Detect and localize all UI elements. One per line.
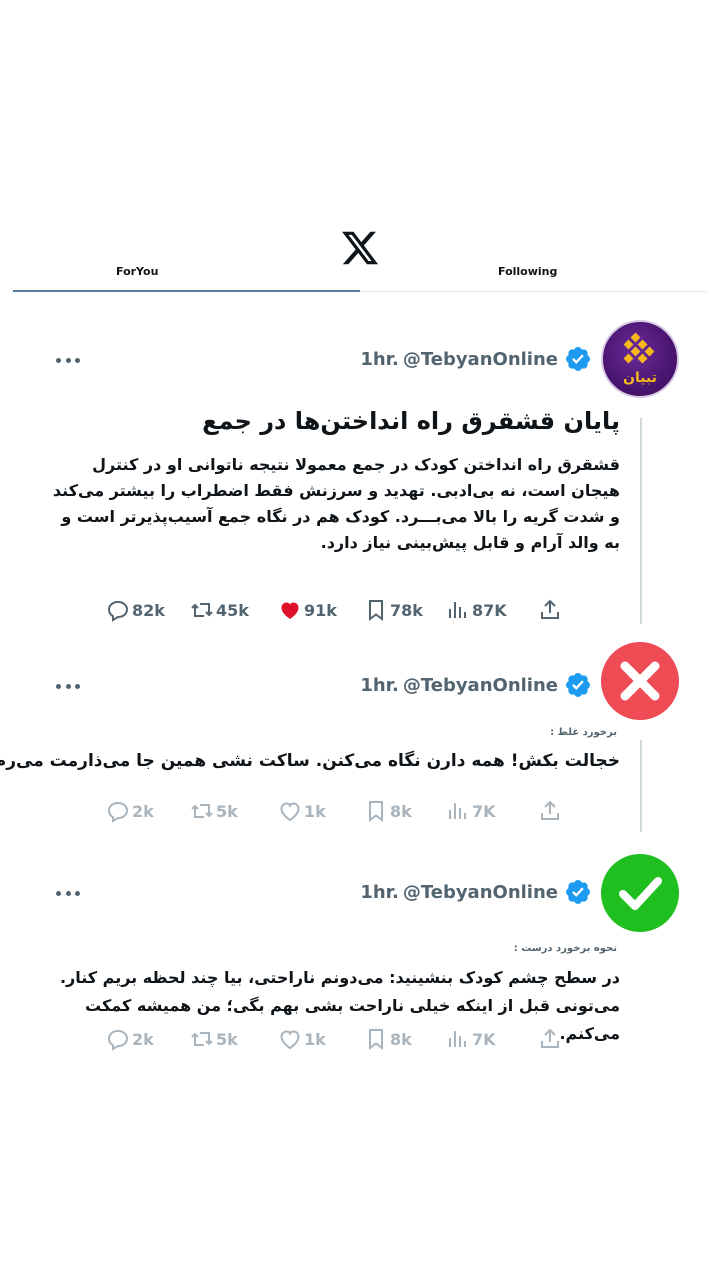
tweet-3-actions: 2k 5k 1k 8k 7K <box>106 1024 576 1054</box>
like-count: 1k <box>304 801 326 821</box>
verified-badge-icon <box>566 673 590 697</box>
heart-icon <box>280 802 300 822</box>
tweet-handle[interactable]: @TebyanOnline <box>403 882 558 903</box>
heart-icon <box>280 1030 300 1050</box>
tweet-handle[interactable]: @TebyanOnline <box>403 349 558 370</box>
tweet-title: پایان قشقرق راه انداختن‌ها در جمع <box>202 407 620 435</box>
avatar-correct[interactable] <box>601 854 679 932</box>
reply-count: 2k <box>132 1029 154 1049</box>
reply-count: 2k <box>132 801 154 821</box>
retweet-icon <box>191 603 213 617</box>
views-button[interactable]: 7K <box>446 796 496 826</box>
retweet-button[interactable]: 45k <box>190 595 249 625</box>
bookmark-icon <box>369 801 383 822</box>
bookmark-button[interactable]: 8k <box>364 1024 412 1054</box>
views-chart-icon <box>449 602 466 618</box>
bookmark-button[interactable]: 78k <box>364 595 423 625</box>
share-icon <box>541 1028 559 1048</box>
share-button[interactable] <box>538 1024 562 1054</box>
svg-text:تبیان: تبیان <box>623 370 657 386</box>
tweet-time: 1hr. <box>360 881 399 903</box>
views-chart-icon <box>449 803 466 819</box>
tweet-3-user-line: 1hr. @TebyanOnline <box>360 879 592 905</box>
retweet-count: 5k <box>216 1029 238 1049</box>
correct-check-icon <box>619 877 662 910</box>
share-icon <box>541 599 559 619</box>
tweet-time: 1hr. <box>360 674 399 696</box>
reply-button[interactable]: 2k <box>106 796 154 826</box>
bookmark-count: 8k <box>390 801 412 821</box>
tweet-handle[interactable]: @TebyanOnline <box>403 675 558 696</box>
reply-icon <box>107 802 129 823</box>
reply-icon <box>107 601 129 622</box>
share-button[interactable] <box>538 595 562 625</box>
views-count: 7K <box>472 801 496 821</box>
more-options-icon[interactable] <box>56 889 80 897</box>
tweet-2-actions: 2k 5k 1k 8k 7K <box>106 796 576 826</box>
verified-badge-icon <box>566 880 590 904</box>
tweet-body: خجالت بکش! همه دارن نگاه می‌کنن. ساکت نش… <box>0 751 620 771</box>
tab-for-you[interactable]: ForYou <box>116 265 158 278</box>
tab-following[interactable]: Following <box>498 265 557 278</box>
retweet-button[interactable]: 5k <box>190 796 238 826</box>
views-count: 87K <box>472 600 507 620</box>
share-icon <box>541 800 559 820</box>
retweet-count: 45k <box>216 600 249 620</box>
retweet-icon <box>191 1032 213 1046</box>
verified-badge-icon <box>566 347 590 371</box>
reply-button[interactable]: 82k <box>106 595 165 625</box>
bookmark-count: 8k <box>390 1029 412 1049</box>
heart-filled-icon <box>281 602 299 619</box>
avatar-tebyan[interactable]: تبیان <box>601 320 679 398</box>
tab-active-indicator <box>13 290 360 292</box>
more-options-icon[interactable] <box>56 356 80 364</box>
tweet-2-user-line: 1hr. @TebyanOnline <box>360 672 592 698</box>
retweet-button[interactable]: 5k <box>190 1024 238 1054</box>
like-button[interactable]: 1k <box>278 796 326 826</box>
tebyan-logo-icon: تبیان <box>623 332 657 386</box>
thread-line <box>640 418 642 624</box>
reply-button[interactable]: 2k <box>106 1024 154 1054</box>
bookmark-button[interactable]: 8k <box>364 796 412 826</box>
avatar-wrong[interactable] <box>601 642 679 720</box>
like-count: 91k <box>304 600 337 620</box>
bookmark-count: 78k <box>390 600 423 620</box>
tweet-body: قشقرق راه انداختن کودک در جمع معمولا نتی… <box>52 455 620 552</box>
correct-approach-label: نحوه برخورد درست : <box>513 943 617 954</box>
share-button[interactable] <box>538 796 562 826</box>
like-count: 1k <box>304 1029 326 1049</box>
tweet-1-actions: 82k 45k 91k 78k 87K <box>106 595 576 625</box>
x-logo-icon <box>342 231 379 265</box>
like-button[interactable]: 1k <box>278 1024 326 1054</box>
views-chart-icon <box>449 1031 466 1047</box>
more-options-icon[interactable] <box>56 682 80 690</box>
reply-count: 82k <box>132 600 165 620</box>
thread-line <box>640 740 642 832</box>
views-button[interactable]: 7K <box>446 1024 496 1054</box>
tweet-1-user-line: 1hr. @TebyanOnline <box>360 346 592 372</box>
like-button[interactable]: 91k <box>278 595 337 625</box>
retweet-count: 5k <box>216 801 238 821</box>
views-count: 7K <box>472 1029 496 1049</box>
bookmark-icon <box>369 600 383 621</box>
wrong-x-icon <box>620 661 660 701</box>
reply-icon <box>107 1030 129 1051</box>
wrong-approach-label: برخورد غلط : <box>550 727 617 738</box>
retweet-icon <box>191 804 213 818</box>
views-button[interactable]: 87K <box>446 595 507 625</box>
tweet-time: 1hr. <box>360 348 399 370</box>
bookmark-icon <box>369 1029 383 1050</box>
